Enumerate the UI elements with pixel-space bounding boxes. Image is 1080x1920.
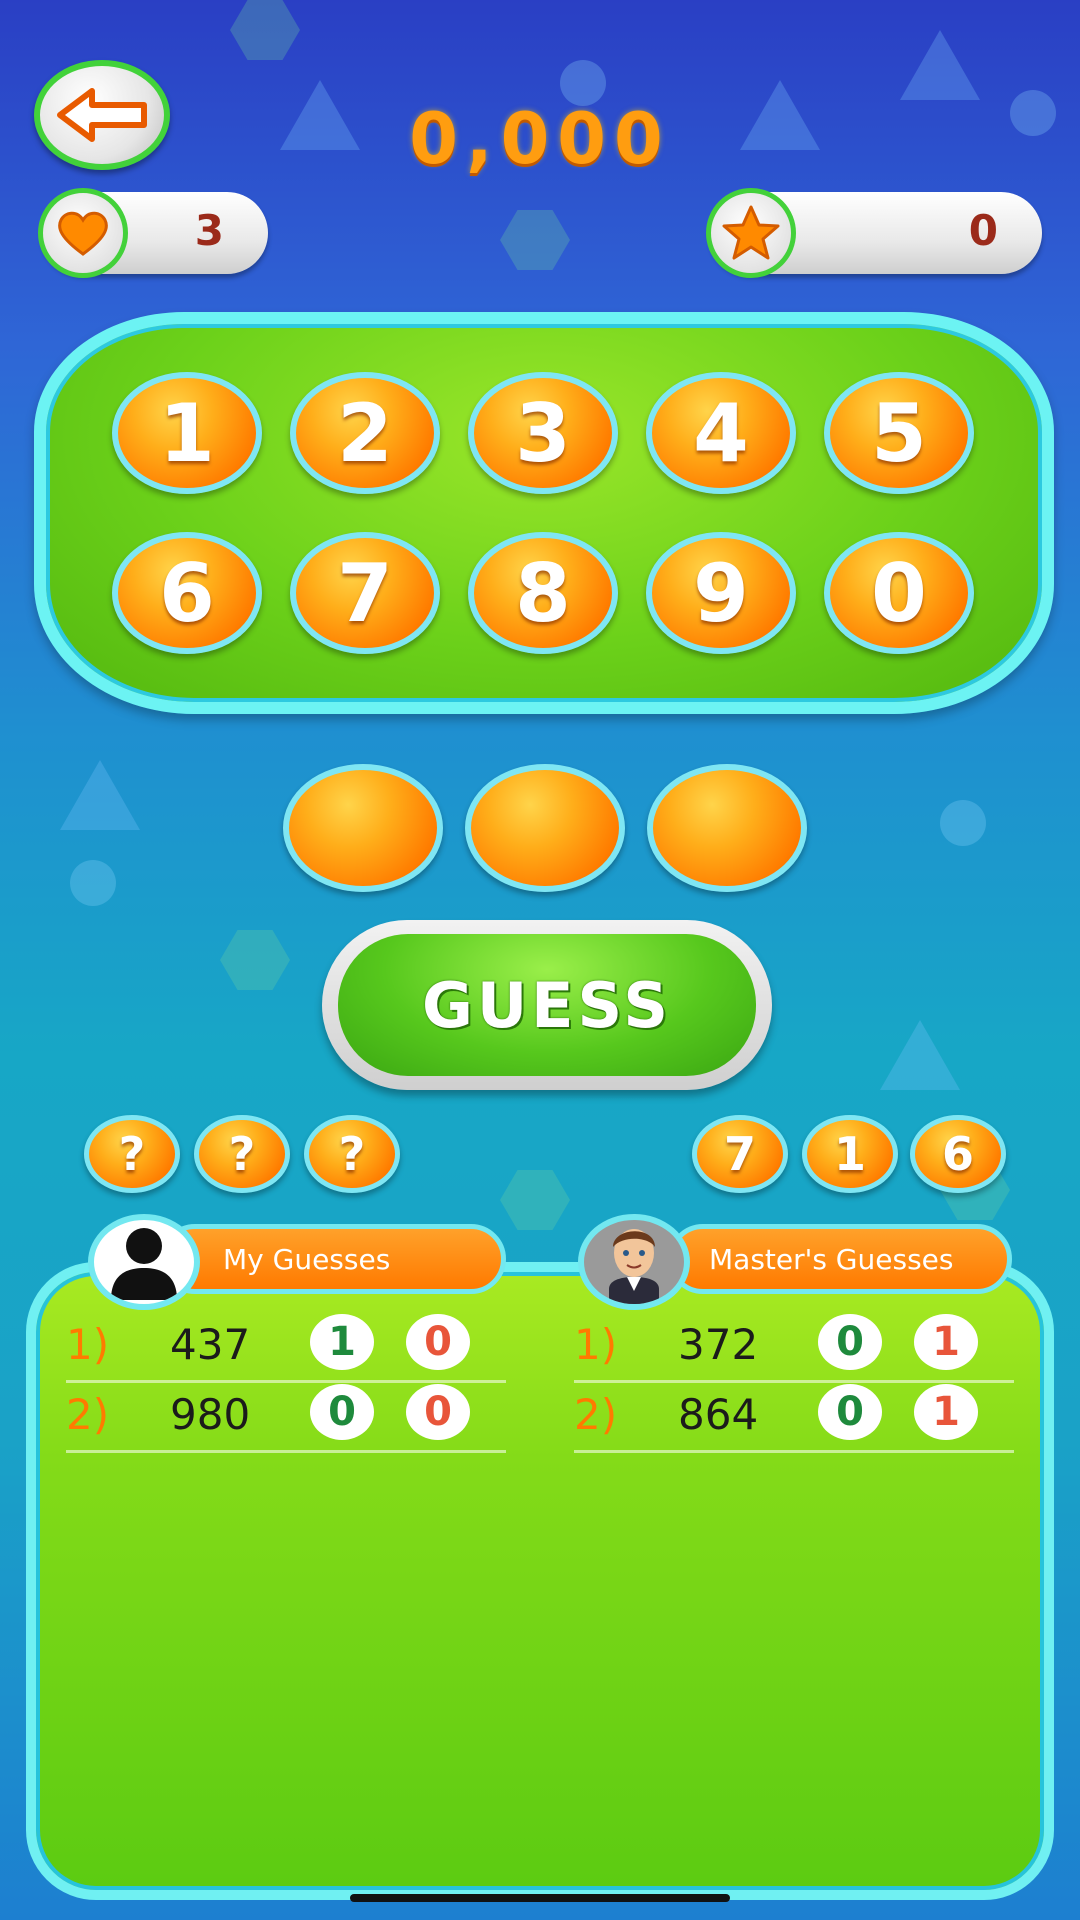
- bg-hexagon: [230, 0, 300, 60]
- row-index: 2): [574, 1390, 618, 1439]
- key-0[interactable]: 0: [824, 532, 974, 654]
- master-guess-row: 2) 864 0 1: [574, 1382, 1014, 1453]
- my-guesses-title: My Guesses: [223, 1242, 391, 1276]
- guess-slot-3[interactable]: [647, 764, 807, 892]
- key-7[interactable]: 7: [290, 532, 440, 654]
- correct-digit-count: 1: [914, 1384, 978, 1440]
- row-index: 1): [574, 1320, 618, 1369]
- my-secret-digit: ?: [84, 1115, 180, 1193]
- guess-number: 437: [170, 1320, 251, 1369]
- my-guesses-tab: My Guesses: [160, 1224, 506, 1294]
- master-secret-digit: 7: [692, 1115, 788, 1193]
- correct-digit-count: 0: [406, 1314, 470, 1370]
- guess-slot-2[interactable]: [465, 764, 625, 892]
- master-avatar: [578, 1214, 690, 1310]
- my-guess-row: 2) 980 0 0: [66, 1382, 506, 1453]
- stars-value: 0: [968, 206, 998, 255]
- key-1[interactable]: 1: [112, 372, 262, 494]
- player-avatar: [88, 1214, 200, 1310]
- guess-number: 980: [170, 1390, 251, 1439]
- bg-hexagon: [500, 210, 570, 270]
- bg-hexagon: [500, 1170, 570, 1230]
- key-2[interactable]: 2: [290, 372, 440, 494]
- guess-button-label: GUESS: [338, 934, 756, 1076]
- guess-slot-1[interactable]: [283, 764, 443, 892]
- correct-place-count: 0: [818, 1384, 882, 1440]
- bg-triangle: [900, 30, 980, 100]
- star-icon: [706, 188, 796, 278]
- my-secret-digit: ?: [194, 1115, 290, 1193]
- correct-digit-count: 1: [914, 1314, 978, 1370]
- key-3[interactable]: 3: [468, 372, 618, 494]
- lives-value: 3: [194, 206, 224, 255]
- bg-hexagon: [220, 930, 290, 990]
- correct-place-count: 0: [818, 1314, 882, 1370]
- guess-number: 864: [678, 1390, 759, 1439]
- my-secret-digit: ?: [304, 1115, 400, 1193]
- key-6[interactable]: 6: [112, 532, 262, 654]
- key-9[interactable]: 9: [646, 532, 796, 654]
- master-guess-row: 1) 372 0 1: [574, 1312, 1014, 1383]
- master-secret-digit: 1: [802, 1115, 898, 1193]
- correct-place-count: 1: [310, 1314, 374, 1370]
- key-8[interactable]: 8: [468, 532, 618, 654]
- lives-counter: 3: [38, 188, 268, 278]
- row-index: 1): [66, 1320, 110, 1369]
- master-guesses-title: Master's Guesses: [709, 1242, 954, 1276]
- user-icon: [111, 1228, 177, 1300]
- guess-button[interactable]: GUESS: [322, 920, 772, 1090]
- master-face-icon: [609, 1229, 659, 1304]
- bg-dot: [70, 860, 116, 906]
- correct-digit-count: 0: [406, 1384, 470, 1440]
- key-4[interactable]: 4: [646, 372, 796, 494]
- my-guess-row: 1) 437 1 0: [66, 1312, 506, 1383]
- bg-triangle: [60, 760, 140, 830]
- guess-number: 372: [678, 1320, 759, 1369]
- row-index: 2): [66, 1390, 110, 1439]
- heart-icon: [38, 188, 128, 278]
- stars-counter: 0: [706, 188, 1042, 278]
- correct-place-count: 0: [310, 1384, 374, 1440]
- bg-dot: [940, 800, 986, 846]
- bg-triangle: [880, 1020, 960, 1090]
- key-5[interactable]: 5: [824, 372, 974, 494]
- score-display: 0,000: [409, 98, 671, 180]
- home-indicator[interactable]: [350, 1894, 730, 1902]
- master-guesses-tab: Master's Guesses: [668, 1224, 1012, 1294]
- master-secret-digit: 6: [910, 1115, 1006, 1193]
